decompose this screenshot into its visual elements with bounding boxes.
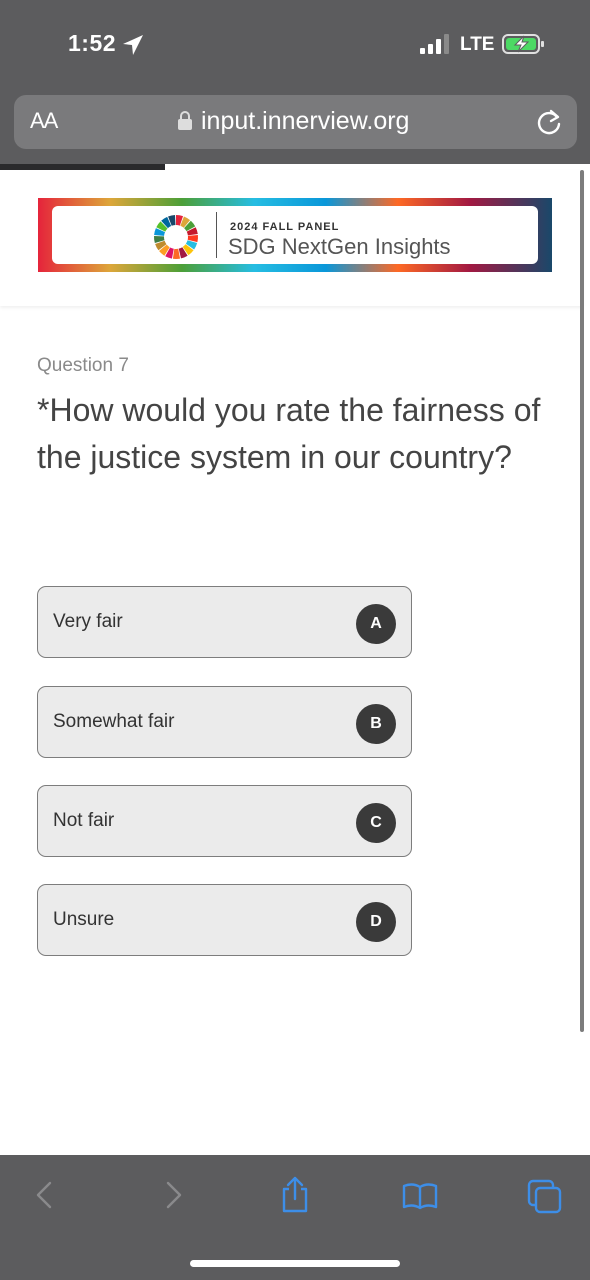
- banner-kicker: 2024 FALL PANEL: [230, 221, 340, 233]
- option-key-badge: C: [356, 803, 396, 843]
- battery-charging-icon: [502, 34, 544, 54]
- option-label: Somewhat fair: [53, 711, 175, 732]
- back-icon[interactable]: [28, 1175, 62, 1215]
- home-indicator: [190, 1260, 400, 1267]
- option-label: Very fair: [53, 611, 123, 632]
- question-number: Question 7: [37, 355, 129, 376]
- browser-toolbar: [0, 1155, 590, 1280]
- browser-chrome-top: 1:52 LTE AA input.innerview.org: [0, 0, 590, 164]
- url-text[interactable]: input.innerview.org: [201, 107, 409, 136]
- question-text: *How would you rate the fairness of the …: [37, 392, 541, 475]
- sdg-wheel-segment: [172, 248, 181, 259]
- address-bar[interactable]: AA input.innerview.org: [14, 95, 577, 149]
- location-arrow-icon: [123, 35, 143, 55]
- forward-icon[interactable]: [156, 1175, 190, 1215]
- banner-card: 2024 FALL PANEL SDG NextGen Insights: [52, 206, 538, 264]
- option-label: Not fair: [53, 810, 115, 831]
- page-scrollbar[interactable]: [580, 170, 584, 1032]
- reload-icon[interactable]: [534, 107, 564, 137]
- signal-icon: [420, 34, 449, 54]
- option-d[interactable]: Unsure D: [37, 884, 412, 956]
- survey-header: 2024 FALL PANEL SDG NextGen Insights: [0, 170, 583, 306]
- tabs-icon[interactable]: [526, 1175, 564, 1215]
- option-key-badge: B: [356, 704, 396, 744]
- text-size-button[interactable]: AA: [30, 108, 58, 134]
- sdg-wheel-logo: [154, 215, 198, 259]
- banner-title: SDG NextGen Insights: [228, 234, 451, 259]
- share-icon[interactable]: [278, 1175, 312, 1215]
- lock-icon: [178, 111, 192, 130]
- bookmarks-icon[interactable]: [401, 1175, 439, 1215]
- network-label: LTE: [460, 34, 495, 55]
- option-label: Unsure: [53, 909, 115, 930]
- option-key-badge: D: [356, 902, 396, 942]
- status-time: 1:52: [68, 30, 117, 56]
- option-a[interactable]: Very fair A: [37, 586, 412, 658]
- banner-divider: [216, 212, 217, 258]
- option-key-badge: A: [356, 604, 396, 644]
- option-c[interactable]: Not fair C: [37, 785, 412, 857]
- option-b[interactable]: Somewhat fair B: [37, 686, 412, 758]
- sdg-banner: 2024 FALL PANEL SDG NextGen Insights: [38, 198, 552, 272]
